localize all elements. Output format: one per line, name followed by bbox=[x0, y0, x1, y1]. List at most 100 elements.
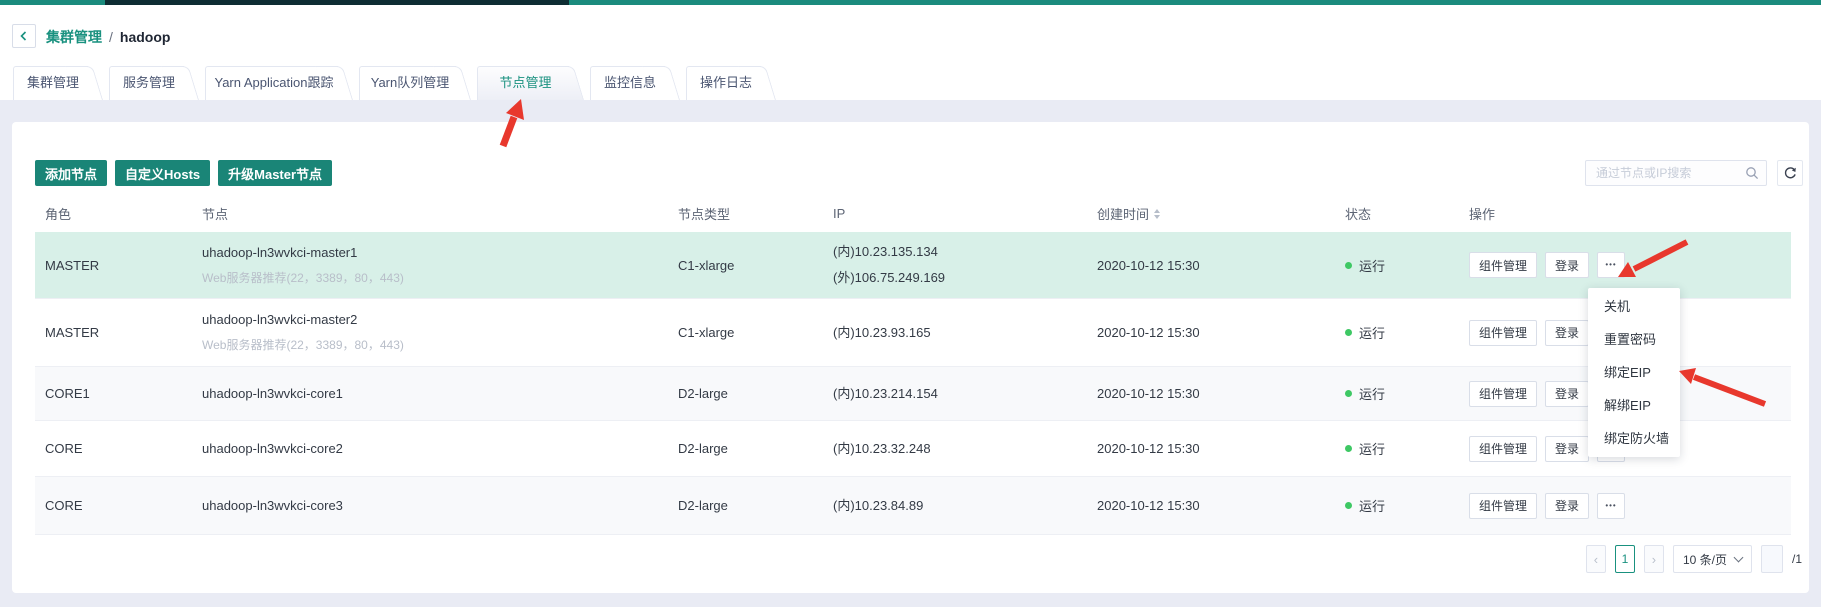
refresh-icon bbox=[1783, 166, 1797, 180]
tab-service-management[interactable]: 服务管理 bbox=[109, 66, 199, 100]
cell-created: 2020-10-12 15:30 bbox=[1097, 498, 1345, 513]
cell-node: uhadoop-ln3wvkci-core1 bbox=[202, 386, 678, 401]
upgrade-master-button[interactable]: 升级Master节点 bbox=[218, 160, 332, 186]
status-running-dot bbox=[1345, 390, 1352, 397]
component-manage-button[interactable]: 组件管理 bbox=[1469, 381, 1537, 407]
cell-node: uhadoop-ln3wvkci-master2 Web服务器推荐(22，338… bbox=[202, 312, 678, 353]
tab-cluster-management[interactable]: 集群管理 bbox=[13, 66, 103, 100]
header-role: 角色 bbox=[45, 204, 202, 223]
menu-item-unbind-eip[interactable]: 解绑EIP bbox=[1588, 389, 1680, 422]
search-box bbox=[1585, 160, 1767, 186]
cell-node: uhadoop-ln3wvkci-core2 bbox=[202, 441, 678, 456]
tab-monitoring-info[interactable]: 监控信息 bbox=[590, 66, 680, 100]
breadcrumb-separator: / bbox=[109, 29, 113, 45]
status-running-dot bbox=[1345, 502, 1352, 509]
table-row-master2[interactable]: MASTER uhadoop-ln3wvkci-master2 Web服务器推荐… bbox=[35, 299, 1791, 367]
cell-status: 运行 bbox=[1345, 496, 1469, 515]
tab-yarn-queue-management[interactable]: Yarn队列管理 bbox=[359, 66, 471, 100]
tab-yarn-application-trace[interactable]: Yarn Application跟踪 bbox=[205, 66, 353, 100]
page-size-select[interactable]: 10 条/页 bbox=[1673, 545, 1752, 573]
login-button[interactable]: 登录 bbox=[1545, 381, 1589, 407]
header-node: 节点 bbox=[202, 204, 678, 223]
login-button[interactable]: 登录 bbox=[1545, 493, 1589, 519]
pagination: ‹ 1 › 10 条/页 /1 bbox=[1586, 545, 1802, 573]
node-management-panel: 添加节点 自定义Hosts 升级Master节点 bbox=[12, 122, 1809, 593]
menu-item-bind-eip[interactable]: 绑定EIP bbox=[1588, 356, 1680, 389]
prev-page-button[interactable]: ‹ bbox=[1586, 545, 1606, 573]
header-ip: IP bbox=[833, 206, 1097, 221]
page-jump-input[interactable] bbox=[1761, 545, 1783, 573]
cell-node: uhadoop-ln3wvkci-core3 bbox=[202, 498, 678, 513]
cell-status: 运行 bbox=[1345, 323, 1469, 342]
context-menu: 关机 重置密码 绑定EIP 解绑EIP 绑定防火墙 bbox=[1588, 288, 1680, 457]
cell-node-type: D2-large bbox=[678, 441, 833, 456]
toolbar: 添加节点 自定义Hosts 升级Master节点 bbox=[35, 160, 1803, 186]
custom-hosts-button[interactable]: 自定义Hosts bbox=[115, 160, 210, 186]
menu-item-shutdown[interactable]: 关机 bbox=[1588, 290, 1680, 323]
cell-role: CORE bbox=[45, 498, 202, 513]
table-row-core3[interactable]: CORE uhadoop-ln3wvkci-core3 D2-large (内)… bbox=[35, 477, 1791, 535]
total-pages-label: /1 bbox=[1792, 552, 1802, 566]
menu-item-bind-firewall[interactable]: 绑定防火墙 bbox=[1588, 422, 1680, 455]
breadcrumb-cluster-management[interactable]: 集群管理 bbox=[46, 27, 102, 47]
cell-created: 2020-10-12 15:30 bbox=[1097, 441, 1345, 456]
cell-created: 2020-10-12 15:30 bbox=[1097, 386, 1345, 401]
cell-role: CORE1 bbox=[45, 386, 202, 401]
header-node-type: 节点类型 bbox=[678, 204, 833, 223]
table-row-master1[interactable]: MASTER uhadoop-ln3wvkci-master1 Web服务器推荐… bbox=[35, 232, 1791, 299]
component-manage-button[interactable]: 组件管理 bbox=[1469, 320, 1537, 346]
more-actions-button[interactable]: ••• bbox=[1597, 493, 1625, 519]
cell-ip: (内)10.23.84.89 bbox=[833, 493, 1097, 519]
sort-icon[interactable] bbox=[1154, 209, 1160, 219]
page: 集群管理 / hadoop 集群管理 服务管理 Yarn Application… bbox=[0, 0, 1821, 607]
cell-status: 运行 bbox=[1345, 439, 1469, 458]
more-actions-button[interactable]: ••• bbox=[1597, 252, 1625, 278]
component-manage-button[interactable]: 组件管理 bbox=[1469, 252, 1537, 278]
cell-role: CORE bbox=[45, 441, 202, 456]
chevron-left-icon bbox=[17, 29, 31, 43]
table-row-core2[interactable]: CORE uhadoop-ln3wvkci-core2 D2-large (内)… bbox=[35, 421, 1791, 477]
refresh-button[interactable] bbox=[1777, 160, 1803, 186]
cell-ip: (内)10.23.214.154 bbox=[833, 381, 1097, 407]
table-header-row: 角色 节点 节点类型 IP 创建时间 状态 操作 bbox=[35, 195, 1791, 232]
search-icon[interactable] bbox=[1745, 166, 1759, 180]
content-area: 添加节点 自定义Hosts 升级Master节点 bbox=[0, 100, 1821, 607]
table-body: MASTER uhadoop-ln3wvkci-master1 Web服务器推荐… bbox=[35, 232, 1791, 535]
node-web-ports-note: Web服务器推荐(22，3389，80，443) bbox=[202, 269, 678, 286]
login-button[interactable]: 登录 bbox=[1545, 320, 1589, 346]
table-row-core1[interactable]: CORE1 uhadoop-ln3wvkci-core1 D2-large (内… bbox=[35, 367, 1791, 421]
cell-ip: (内)10.23.32.248 bbox=[833, 436, 1097, 462]
node-table: 角色 节点 节点类型 IP 创建时间 状态 操作 MASTER u bbox=[35, 195, 1791, 535]
cell-node-type: D2-large bbox=[678, 498, 833, 513]
search-input[interactable] bbox=[1585, 160, 1767, 186]
current-page-button[interactable]: 1 bbox=[1615, 545, 1635, 573]
breadcrumb-current-cluster: hadoop bbox=[120, 29, 171, 45]
cell-role: MASTER bbox=[45, 258, 202, 273]
page-header: 集群管理 / hadoop 集群管理 服务管理 Yarn Application… bbox=[0, 5, 1821, 100]
back-button[interactable] bbox=[12, 24, 36, 48]
cell-actions: 组件管理 登录 ••• bbox=[1469, 252, 1791, 278]
component-manage-button[interactable]: 组件管理 bbox=[1469, 436, 1537, 462]
cell-status: 运行 bbox=[1345, 256, 1469, 275]
next-page-button[interactable]: › bbox=[1644, 545, 1664, 573]
header-actions: 操作 bbox=[1469, 204, 1791, 223]
chevron-down-icon bbox=[1734, 552, 1744, 562]
header-created: 创建时间 bbox=[1097, 204, 1345, 223]
status-running-dot bbox=[1345, 445, 1352, 452]
add-node-button[interactable]: 添加节点 bbox=[35, 160, 107, 186]
cell-ip: (内)10.23.135.134 (外)106.75.249.169 bbox=[833, 239, 1097, 291]
tab-node-management[interactable]: 节点管理 bbox=[477, 66, 584, 100]
status-running-dot bbox=[1345, 262, 1352, 269]
cell-created: 2020-10-12 15:30 bbox=[1097, 325, 1345, 340]
cell-node-type: C1-xlarge bbox=[678, 258, 833, 273]
tab-bar: 集群管理 服务管理 Yarn Application跟踪 Yarn队列管理 节点… bbox=[13, 66, 782, 100]
cell-status: 运行 bbox=[1345, 384, 1469, 403]
cell-node: uhadoop-ln3wvkci-master1 Web服务器推荐(22，338… bbox=[202, 245, 678, 286]
tab-operation-log[interactable]: 操作日志 bbox=[686, 66, 776, 100]
component-manage-button[interactable]: 组件管理 bbox=[1469, 493, 1537, 519]
status-running-dot bbox=[1345, 329, 1352, 336]
menu-item-reset-password[interactable]: 重置密码 bbox=[1588, 323, 1680, 356]
login-button[interactable]: 登录 bbox=[1545, 252, 1589, 278]
login-button[interactable]: 登录 bbox=[1545, 436, 1589, 462]
cell-created: 2020-10-12 15:30 bbox=[1097, 258, 1345, 273]
